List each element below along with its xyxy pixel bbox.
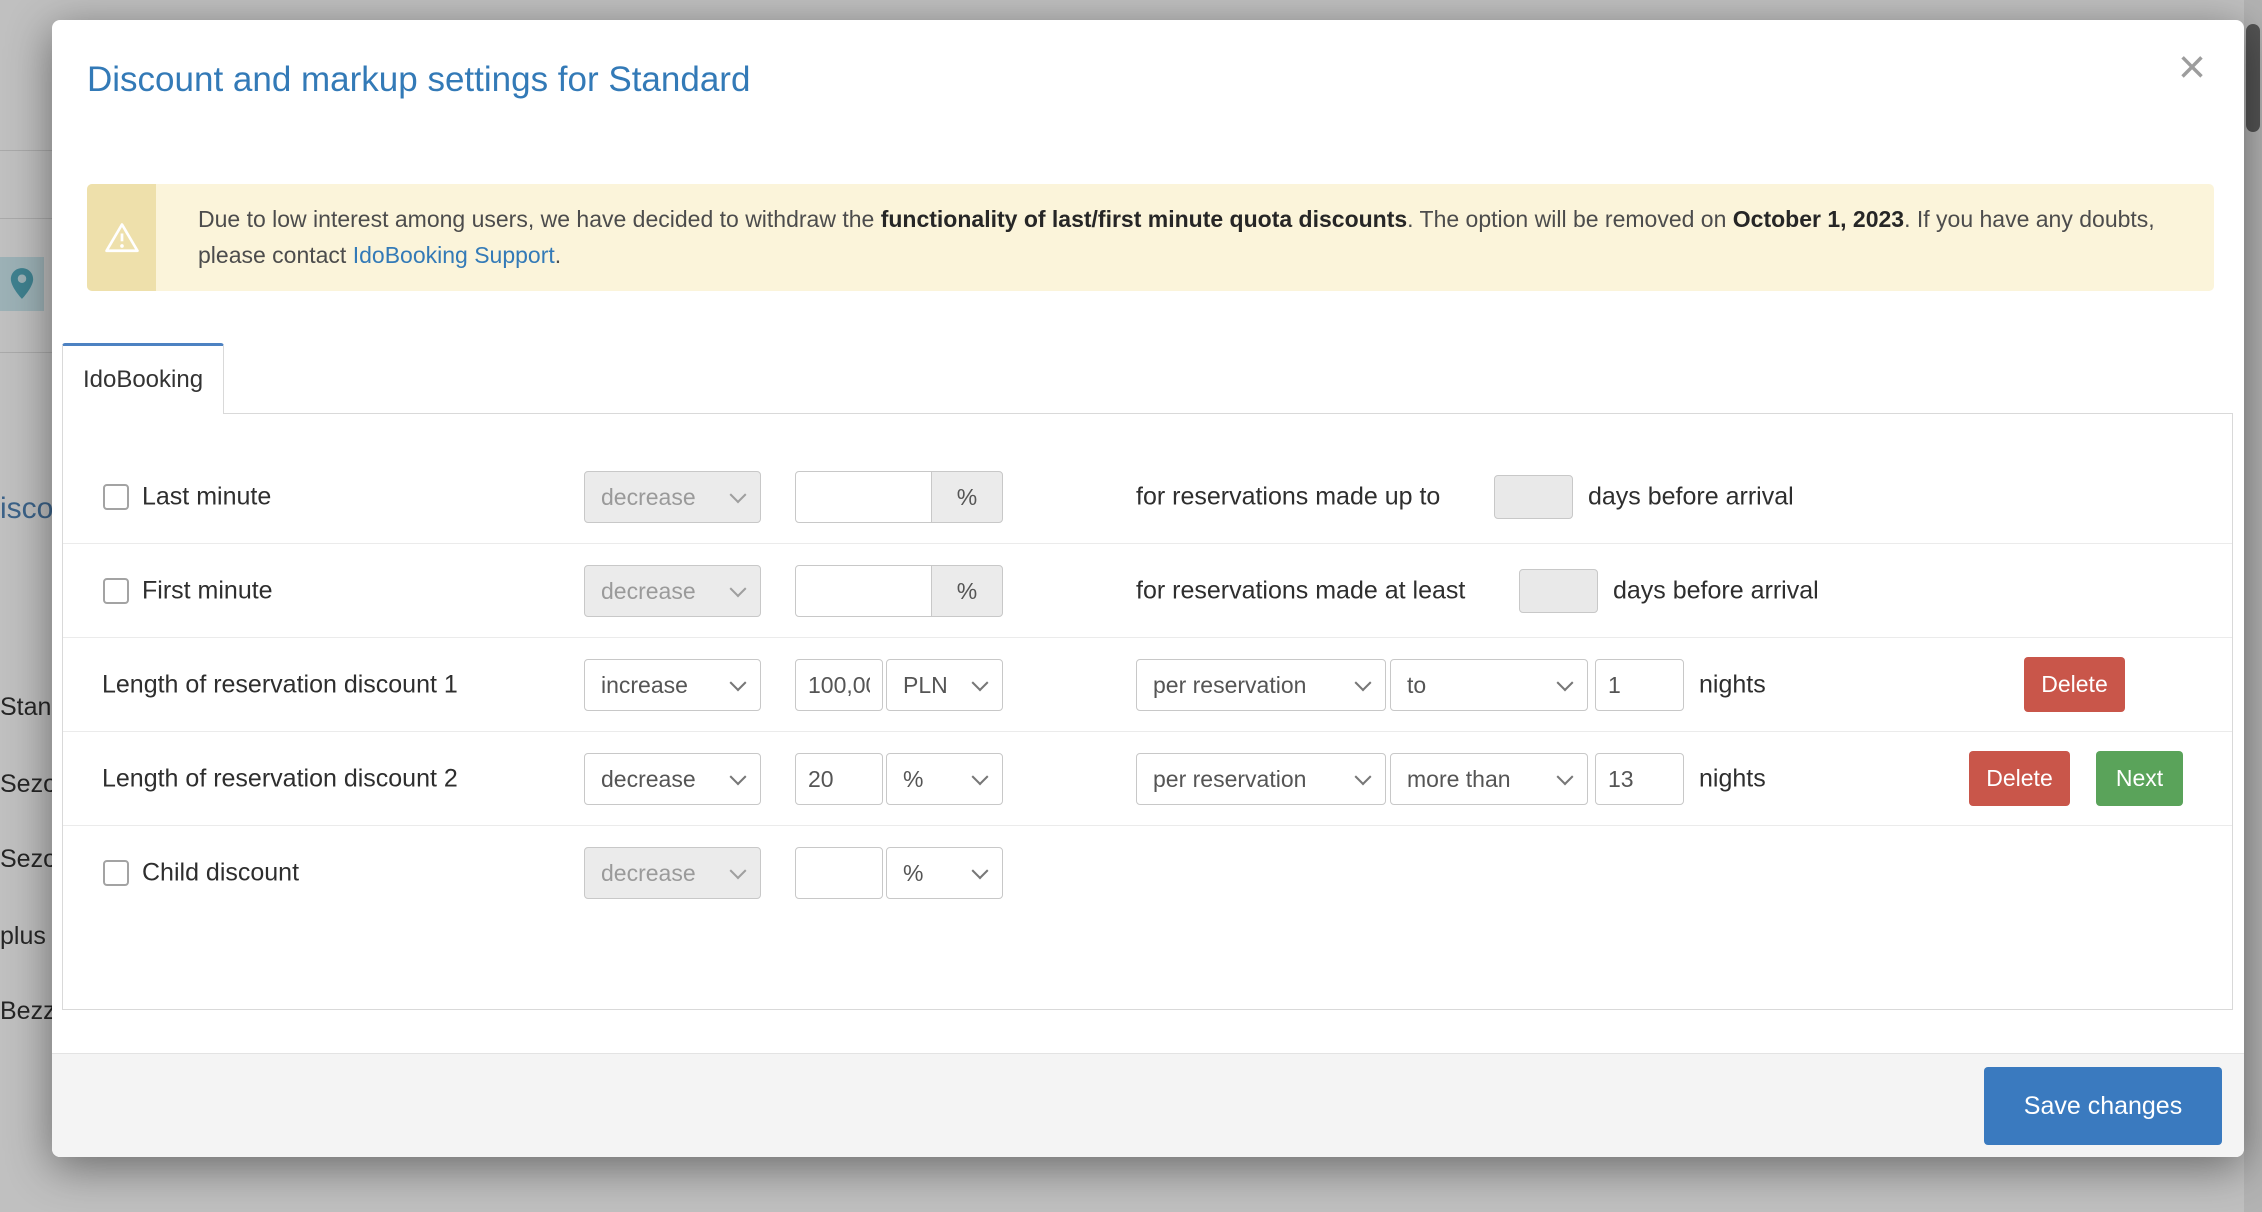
row-label: Child discount <box>142 859 299 888</box>
save-button[interactable]: Save changes <box>1984 1067 2222 1145</box>
per-reservation-select[interactable]: per reservation <box>1136 753 1386 805</box>
amount-input[interactable] <box>795 471 932 523</box>
select-value: per reservation <box>1153 766 1306 793</box>
select-value: decrease <box>601 578 696 605</box>
amount-input[interactable] <box>795 753 883 805</box>
row-label: Length of reservation discount 2 <box>102 764 458 793</box>
select-value: per reservation <box>1153 672 1306 699</box>
mode-select[interactable]: decrease <box>584 471 761 523</box>
nights-input[interactable] <box>1595 753 1684 805</box>
row-child-discount: Child discount decrease % <box>63 826 2232 920</box>
modal-footer: Save changes <box>52 1053 2244 1157</box>
row-label: Length of reservation discount 1 <box>102 670 458 699</box>
warning-text: Due to low interest among users, we have… <box>156 184 2214 291</box>
days-input[interactable] <box>1519 569 1598 613</box>
nights-input[interactable] <box>1595 659 1684 711</box>
warning-text-part: . <box>555 242 561 268</box>
row-discount-2: Length of reservation discount 2 decreas… <box>63 732 2232 826</box>
support-link[interactable]: IdoBooking Support <box>353 242 555 268</box>
settings-panel: Last minute decrease % for reservations … <box>62 413 2233 1010</box>
range-select[interactable]: more than <box>1390 753 1588 805</box>
row-text: nights <box>1699 670 1766 699</box>
row-text: days before arrival <box>1613 576 1819 605</box>
amount-input[interactable] <box>795 659 883 711</box>
select-value: % <box>903 860 923 887</box>
modal-title: Discount and markup settings for Standar… <box>87 60 750 100</box>
delete-button[interactable]: Delete <box>2024 657 2125 712</box>
row-text: nights <box>1699 764 1766 793</box>
warning-bold: October 1, 2023 <box>1733 206 1904 232</box>
amount-input[interactable] <box>795 565 932 617</box>
days-input[interactable] <box>1494 475 1573 519</box>
mode-select[interactable]: decrease <box>584 753 761 805</box>
select-value: decrease <box>601 860 696 887</box>
per-reservation-select[interactable]: per reservation <box>1136 659 1386 711</box>
tab-idobooking[interactable]: IdoBooking <box>62 343 224 414</box>
row-discount-1: Length of reservation discount 1 increas… <box>63 638 2232 732</box>
delete-button[interactable]: Delete <box>1969 751 2070 806</box>
row-text: for reservations made at least <box>1136 576 1465 605</box>
select-value: increase <box>601 672 688 699</box>
select-value: PLN <box>903 672 948 699</box>
close-icon[interactable]: × <box>2178 44 2206 92</box>
percent-addon: % <box>931 565 1003 617</box>
row-last-minute: Last minute decrease % for reservations … <box>63 450 2232 544</box>
range-select[interactable]: to <box>1390 659 1588 711</box>
row-text: days before arrival <box>1588 482 1794 511</box>
percent-addon: % <box>931 471 1003 523</box>
mode-select[interactable]: increase <box>584 659 761 711</box>
row-label: Last minute <box>142 482 271 511</box>
warning-banner: Due to low interest among users, we have… <box>87 184 2214 291</box>
child-discount-checkbox[interactable] <box>103 860 129 886</box>
amount-input[interactable] <box>795 847 883 899</box>
select-value: decrease <box>601 484 696 511</box>
next-button[interactable]: Next <box>2096 751 2183 806</box>
warning-text-part: . The option will be removed on <box>1407 206 1733 232</box>
warning-text-part: Due to low interest among users, we have… <box>198 206 881 232</box>
select-value: % <box>903 766 923 793</box>
unit-select[interactable]: PLN <box>886 659 1003 711</box>
mode-select[interactable]: decrease <box>584 847 761 899</box>
last-minute-checkbox[interactable] <box>103 484 129 510</box>
select-value: more than <box>1407 766 1511 793</box>
select-value: decrease <box>601 766 696 793</box>
warning-bold: functionality of last/first minute quota… <box>881 206 1407 232</box>
mode-select[interactable]: decrease <box>584 565 761 617</box>
row-first-minute: First minute decrease % for reservations… <box>63 544 2232 638</box>
unit-select[interactable]: % <box>886 847 1003 899</box>
select-value: to <box>1407 672 1426 699</box>
warning-triangle-icon <box>87 184 156 291</box>
unit-select[interactable]: % <box>886 753 1003 805</box>
first-minute-checkbox[interactable] <box>103 578 129 604</box>
discount-settings-modal: Discount and markup settings for Standar… <box>52 20 2244 1157</box>
row-text: for reservations made up to <box>1136 482 1440 511</box>
row-label: First minute <box>142 576 273 605</box>
